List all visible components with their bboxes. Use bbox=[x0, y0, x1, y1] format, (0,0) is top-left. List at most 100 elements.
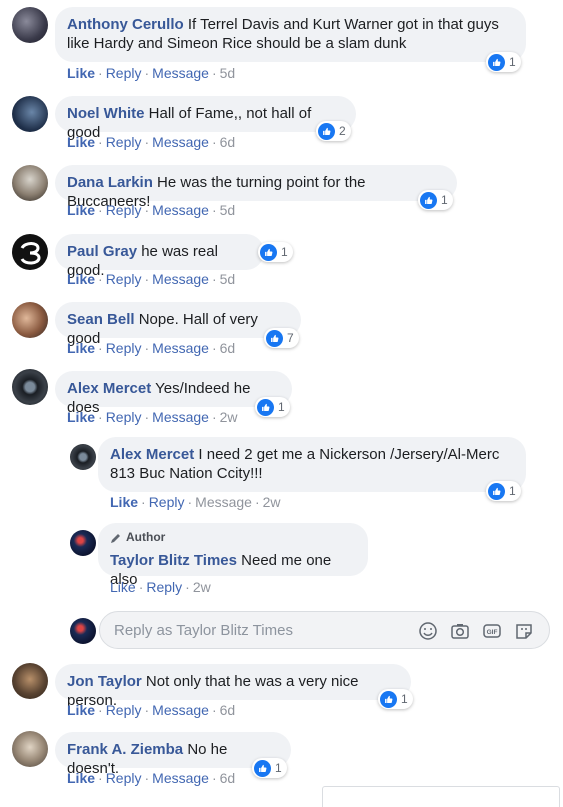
comment-bubble: Jon Taylor Not only that he was a very n… bbox=[55, 664, 411, 709]
timestamp[interactable]: 6d bbox=[220, 134, 236, 150]
like-link[interactable]: Like bbox=[67, 202, 95, 218]
reaction-count[interactable]: 7 bbox=[264, 328, 299, 348]
reply-bubble: Author Taylor Blitz Times Need me one al… bbox=[98, 523, 368, 588]
timestamp[interactable]: 6d bbox=[220, 702, 236, 718]
timestamp[interactable]: 6d bbox=[220, 770, 236, 786]
like-link[interactable]: Like bbox=[67, 340, 95, 356]
like-reaction-icon bbox=[257, 398, 274, 416]
timestamp[interactable]: 2w bbox=[193, 579, 211, 595]
avatar[interactable] bbox=[12, 96, 48, 132]
sticker-icon[interactable] bbox=[514, 621, 534, 641]
timestamp[interactable]: 5d bbox=[220, 65, 236, 81]
comment-author[interactable]: Frank A. Ziemba bbox=[67, 741, 183, 758]
like-link[interactable]: Like bbox=[67, 134, 95, 150]
reply-author[interactable]: Taylor Blitz Times bbox=[110, 552, 237, 569]
avatar[interactable] bbox=[12, 165, 48, 201]
reply-link[interactable]: Reply bbox=[106, 202, 142, 218]
reply-link[interactable]: Reply bbox=[106, 271, 142, 287]
comment-author[interactable]: Noel White bbox=[67, 105, 145, 122]
comment-actions: Like · Reply · Message · 6d bbox=[67, 134, 236, 150]
reaction-number: 2 bbox=[339, 124, 346, 138]
partial-panel bbox=[322, 786, 560, 807]
avatar[interactable] bbox=[12, 234, 48, 270]
avatar[interactable] bbox=[12, 7, 48, 43]
comment-author[interactable]: Paul Gray bbox=[67, 243, 137, 260]
comment-author[interactable]: Anthony Cerullo bbox=[67, 16, 184, 33]
message-link[interactable]: Message bbox=[152, 409, 209, 425]
comment-actions: Like · Reply · Message · 5d bbox=[67, 65, 236, 81]
reaction-count[interactable]: 1 bbox=[486, 481, 521, 501]
reply-link[interactable]: Reply bbox=[106, 409, 142, 425]
comment-actions: Like · Reply · Message · 6d bbox=[67, 702, 236, 718]
reaction-count[interactable]: 1 bbox=[378, 689, 413, 709]
reaction-number: 1 bbox=[441, 193, 448, 207]
avatar[interactable] bbox=[70, 444, 96, 470]
current-user-avatar[interactable] bbox=[70, 618, 96, 644]
reaction-count[interactable]: 1 bbox=[255, 397, 290, 417]
svg-text:GIF: GIF bbox=[487, 629, 498, 636]
reply-link[interactable]: Reply bbox=[106, 134, 142, 150]
comment-author[interactable]: Jon Taylor bbox=[67, 673, 142, 690]
reply-link[interactable]: Reply bbox=[106, 65, 142, 81]
like-link[interactable]: Like bbox=[67, 271, 95, 287]
message-link[interactable]: Message bbox=[152, 702, 209, 718]
reaction-number: 7 bbox=[287, 331, 294, 345]
avatar[interactable] bbox=[12, 731, 48, 767]
emoji-icon[interactable] bbox=[418, 621, 438, 641]
reply-link[interactable]: Reply bbox=[146, 579, 182, 595]
comment-author[interactable]: Dana Larkin bbox=[67, 174, 153, 191]
avatar[interactable] bbox=[12, 302, 48, 338]
reply-actions: Like · Reply · 2w bbox=[110, 579, 211, 595]
reaction-number: 1 bbox=[275, 761, 282, 775]
reaction-number: 1 bbox=[281, 245, 288, 259]
reaction-number: 1 bbox=[509, 55, 516, 69]
like-link[interactable]: Like bbox=[67, 770, 95, 786]
pencil-icon bbox=[111, 533, 120, 543]
message-link[interactable]: Message bbox=[195, 494, 252, 510]
message-link[interactable]: Message bbox=[152, 134, 209, 150]
like-reaction-icon bbox=[488, 482, 505, 500]
like-link[interactable]: Like bbox=[67, 702, 95, 718]
timestamp[interactable]: 5d bbox=[220, 271, 236, 287]
timestamp[interactable]: 6d bbox=[220, 340, 236, 356]
reply-link[interactable]: Reply bbox=[106, 702, 142, 718]
gif-icon[interactable]: GIF bbox=[482, 621, 502, 641]
reaction-count[interactable]: 1 bbox=[418, 190, 453, 210]
reaction-number: 1 bbox=[278, 400, 285, 414]
reaction-count[interactable]: 1 bbox=[258, 242, 293, 262]
like-link[interactable]: Like bbox=[67, 65, 95, 81]
reaction-count[interactable]: 2 bbox=[316, 121, 351, 141]
like-link[interactable]: Like bbox=[110, 494, 138, 510]
like-link[interactable]: Like bbox=[67, 409, 95, 425]
avatar[interactable] bbox=[12, 663, 48, 699]
avatar[interactable] bbox=[70, 530, 96, 556]
comment-author[interactable]: Alex Mercet bbox=[67, 380, 151, 397]
reaction-number: 1 bbox=[509, 484, 516, 498]
like-link[interactable]: Like bbox=[110, 579, 136, 595]
logo-icon bbox=[20, 242, 41, 265]
reply-author[interactable]: Alex Mercet bbox=[110, 446, 194, 463]
reply-link[interactable]: Reply bbox=[149, 494, 185, 510]
message-link[interactable]: Message bbox=[152, 202, 209, 218]
comment-actions: Like · Reply · Message · 6d bbox=[67, 340, 236, 356]
message-link[interactable]: Message bbox=[152, 340, 209, 356]
message-link[interactable]: Message bbox=[152, 271, 209, 287]
avatar[interactable] bbox=[12, 369, 48, 405]
comment-author[interactable]: Sean Bell bbox=[67, 311, 135, 328]
message-link[interactable]: Message bbox=[152, 770, 209, 786]
timestamp[interactable]: 2w bbox=[263, 494, 281, 510]
reply-bubble: Alex Mercet I need 2 get me a Nickerson … bbox=[98, 437, 526, 492]
reaction-number: 1 bbox=[401, 692, 408, 706]
reply-link[interactable]: Reply bbox=[106, 770, 142, 786]
reply-input[interactable]: Reply as Taylor Blitz Times GIF bbox=[99, 611, 550, 649]
comment-bubble: Noel White Hall of Fame,, not hall of go… bbox=[55, 96, 356, 141]
reply-link[interactable]: Reply bbox=[106, 340, 142, 356]
timestamp[interactable]: 2w bbox=[220, 409, 238, 425]
reaction-count[interactable]: 1 bbox=[252, 758, 287, 778]
comment-actions: Like · Reply · Message · 5d bbox=[67, 271, 236, 287]
message-link[interactable]: Message bbox=[152, 65, 209, 81]
camera-icon[interactable] bbox=[450, 621, 470, 641]
reaction-count[interactable]: 1 bbox=[486, 52, 521, 72]
timestamp[interactable]: 5d bbox=[220, 202, 236, 218]
like-reaction-icon bbox=[318, 122, 335, 140]
